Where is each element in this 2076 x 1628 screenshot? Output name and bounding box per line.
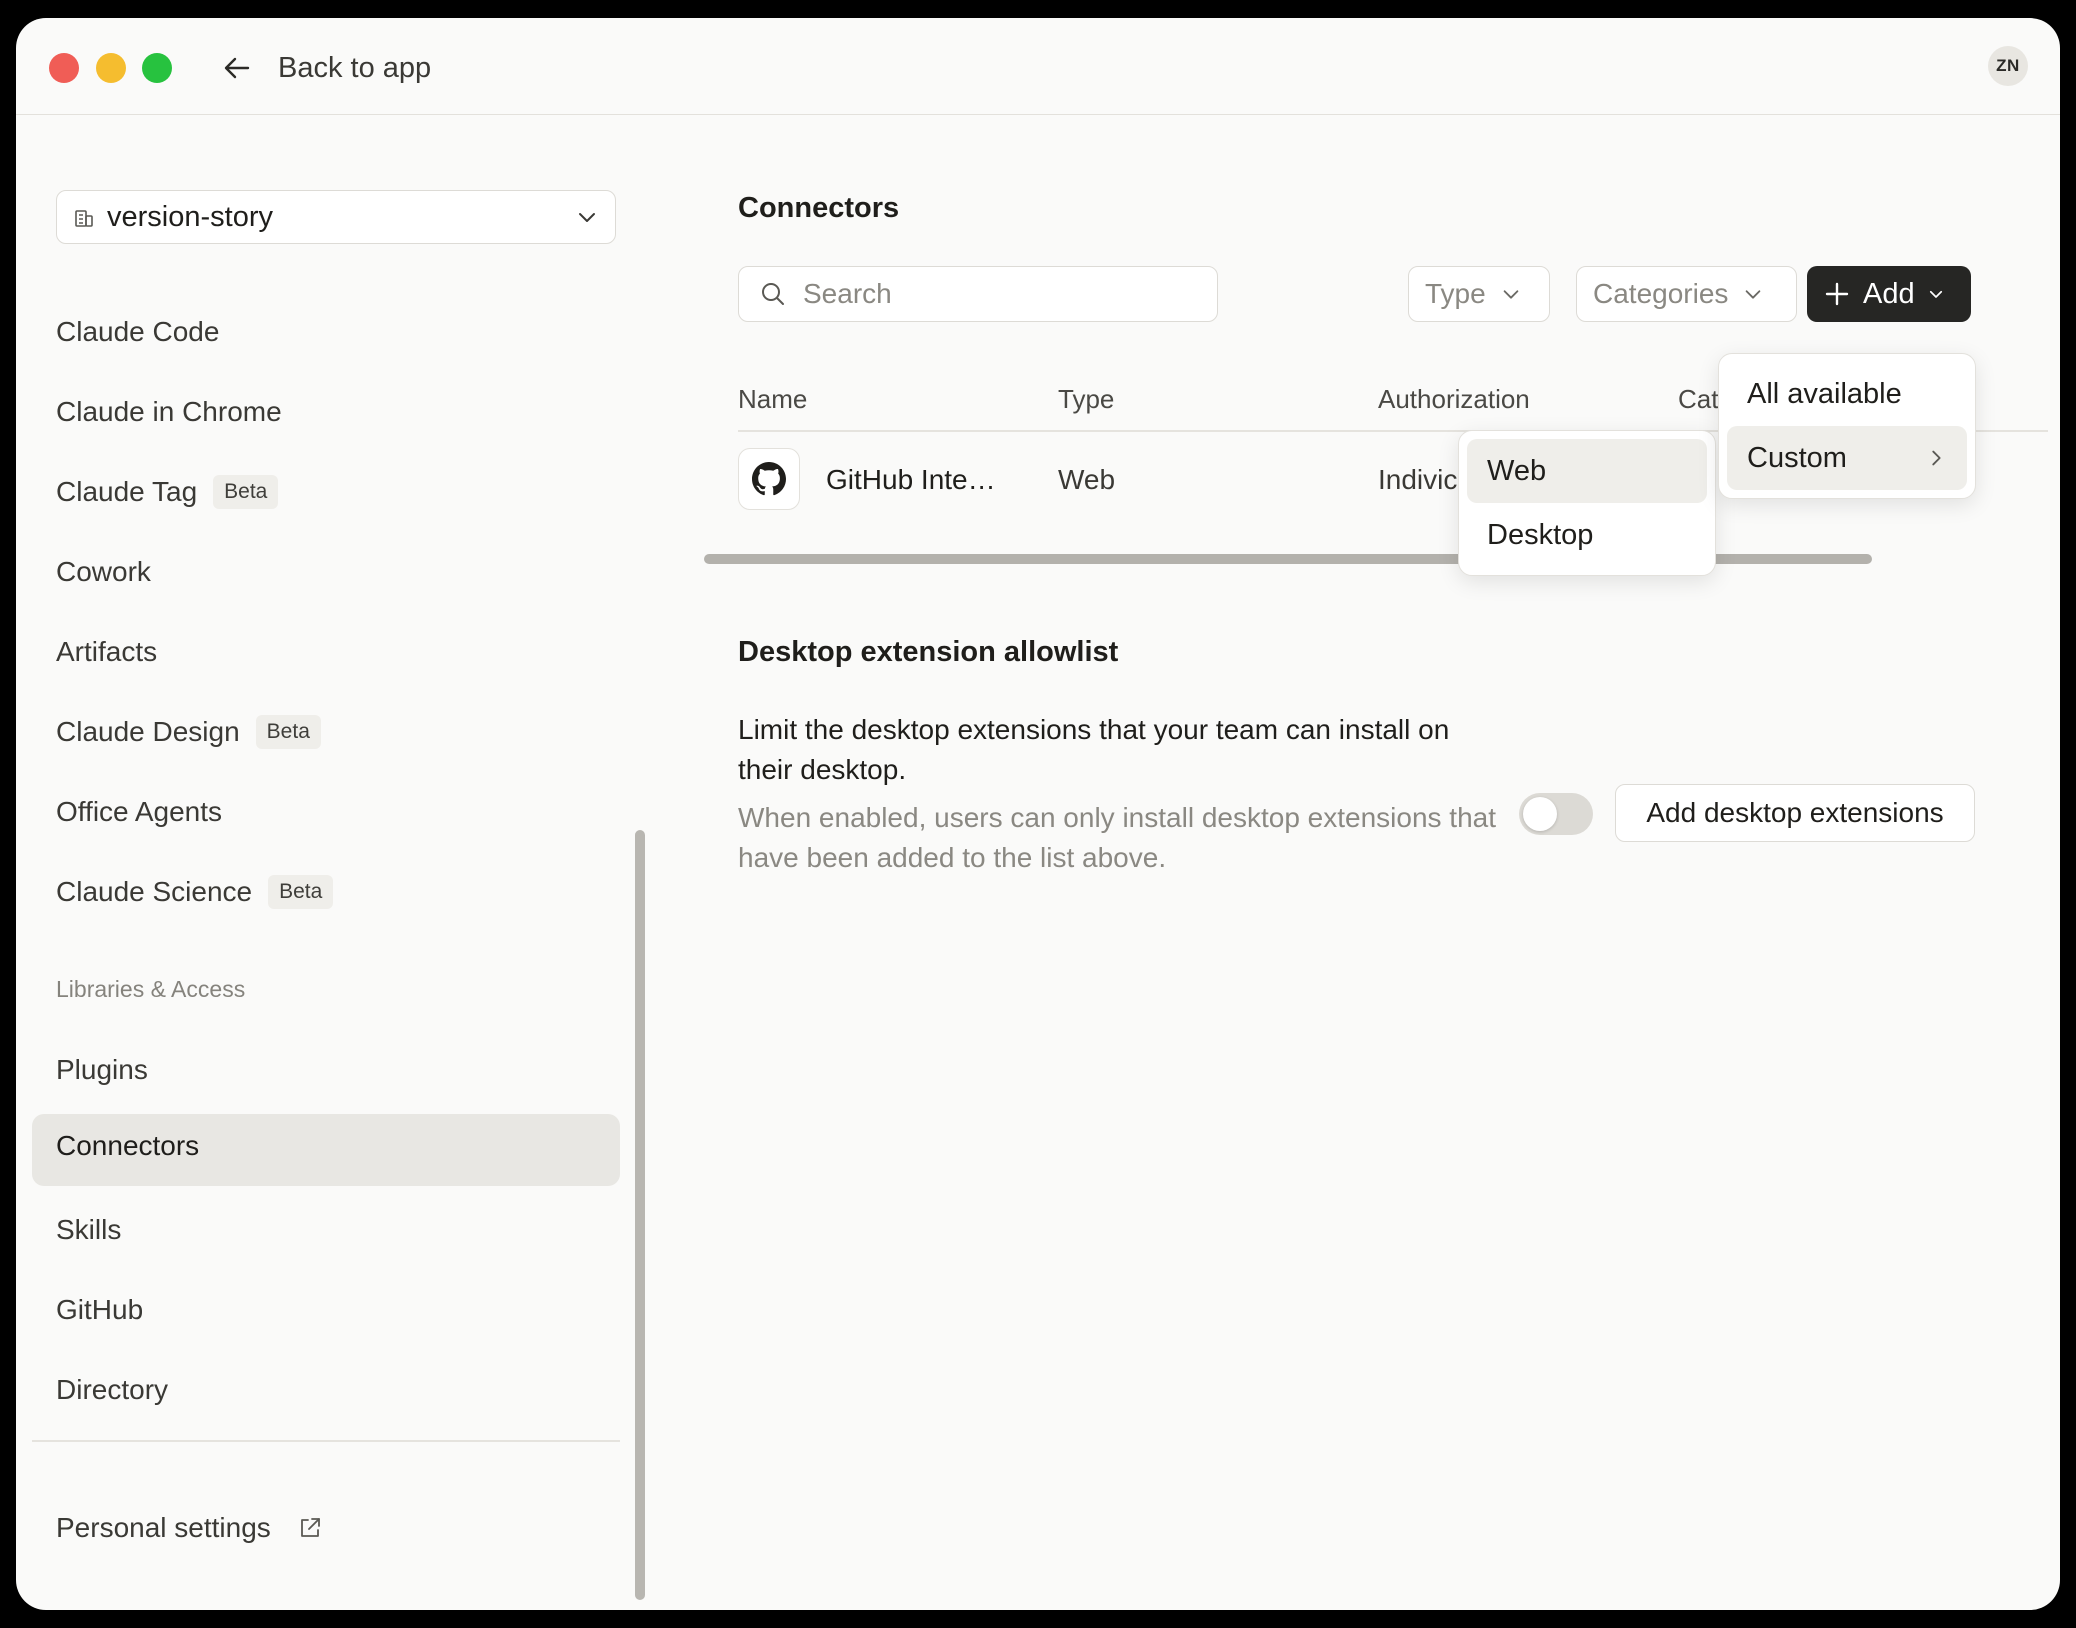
type-filter-label: Type [1425,278,1486,309]
allowlist-toggle[interactable] [1519,793,1593,835]
plus-icon [1825,282,1849,306]
chevron-down-icon [1503,290,1519,299]
allowlist-title: Desktop extension allowlist [738,636,1119,668]
menu-item-desktop[interactable]: Desktop [1467,503,1707,567]
custom-submenu: Web Desktop [1458,430,1716,576]
page-title: Connectors [738,192,900,224]
menu-item-label: All available [1747,377,1902,410]
search-icon [762,283,784,305]
connector-name: GitHub Inte… [826,464,996,495]
menu-item-all-available[interactable]: All available [1727,362,1967,426]
search-box[interactable] [738,266,1218,322]
title-bar: Back to app ZN [16,18,2060,115]
column-header-categories[interactable]: Cat [1678,384,1718,415]
add-desktop-extensions-label: Add desktop extensions [1646,797,1944,828]
app-window: Back to app ZN version-story Claude Code… [16,18,2060,1610]
add-menu: All available Custom [1718,353,1976,499]
column-header-authorization[interactable]: Authorization [1378,384,1530,415]
menu-item-label: Custom [1747,441,1847,474]
arrow-left-icon [224,57,250,79]
close-window-button[interactable] [49,53,79,83]
github-icon [738,448,800,510]
search-input[interactable] [801,277,1185,311]
chevron-down-icon [1929,290,1942,298]
column-header-name[interactable]: Name [738,384,807,415]
back-to-app-label: Back to app [278,51,432,84]
categories-filter-dropdown[interactable]: Categories [1576,266,1797,322]
back-to-app-link[interactable]: Back to app [222,46,431,90]
connector-authorization: Indivic [1378,464,1458,495]
chevron-down-icon [1746,290,1761,299]
menu-item-custom[interactable]: Custom [1727,426,1967,490]
column-header-type[interactable]: Type [1058,384,1114,415]
allowlist-description: Limit the desktop extensions that your t… [738,714,1450,785]
connector-type: Web [1058,464,1116,495]
menu-item-label: Desktop [1487,518,1594,551]
add-desktop-extensions-button[interactable]: Add desktop extensions [1615,784,1975,842]
zoom-window-button[interactable] [142,53,172,83]
menu-item-web[interactable]: Web [1467,439,1707,503]
minimize-window-button[interactable] [96,53,126,83]
toggle-knob [1523,797,1557,831]
allowlist-subtext: When enabled, users can only install des… [738,802,1497,873]
menu-item-label: Web [1487,454,1547,487]
type-filter-dropdown[interactable]: Type [1408,266,1550,322]
add-button-label: Add [1863,277,1915,310]
categories-filter-label: Categories [1593,278,1729,309]
main-content: Connectors Type Categories Add Name Type… [16,114,2060,1610]
add-connector-button[interactable]: Add [1807,266,1971,322]
avatar[interactable]: ZN [1988,46,2028,86]
chevron-right-icon [1932,450,1941,466]
